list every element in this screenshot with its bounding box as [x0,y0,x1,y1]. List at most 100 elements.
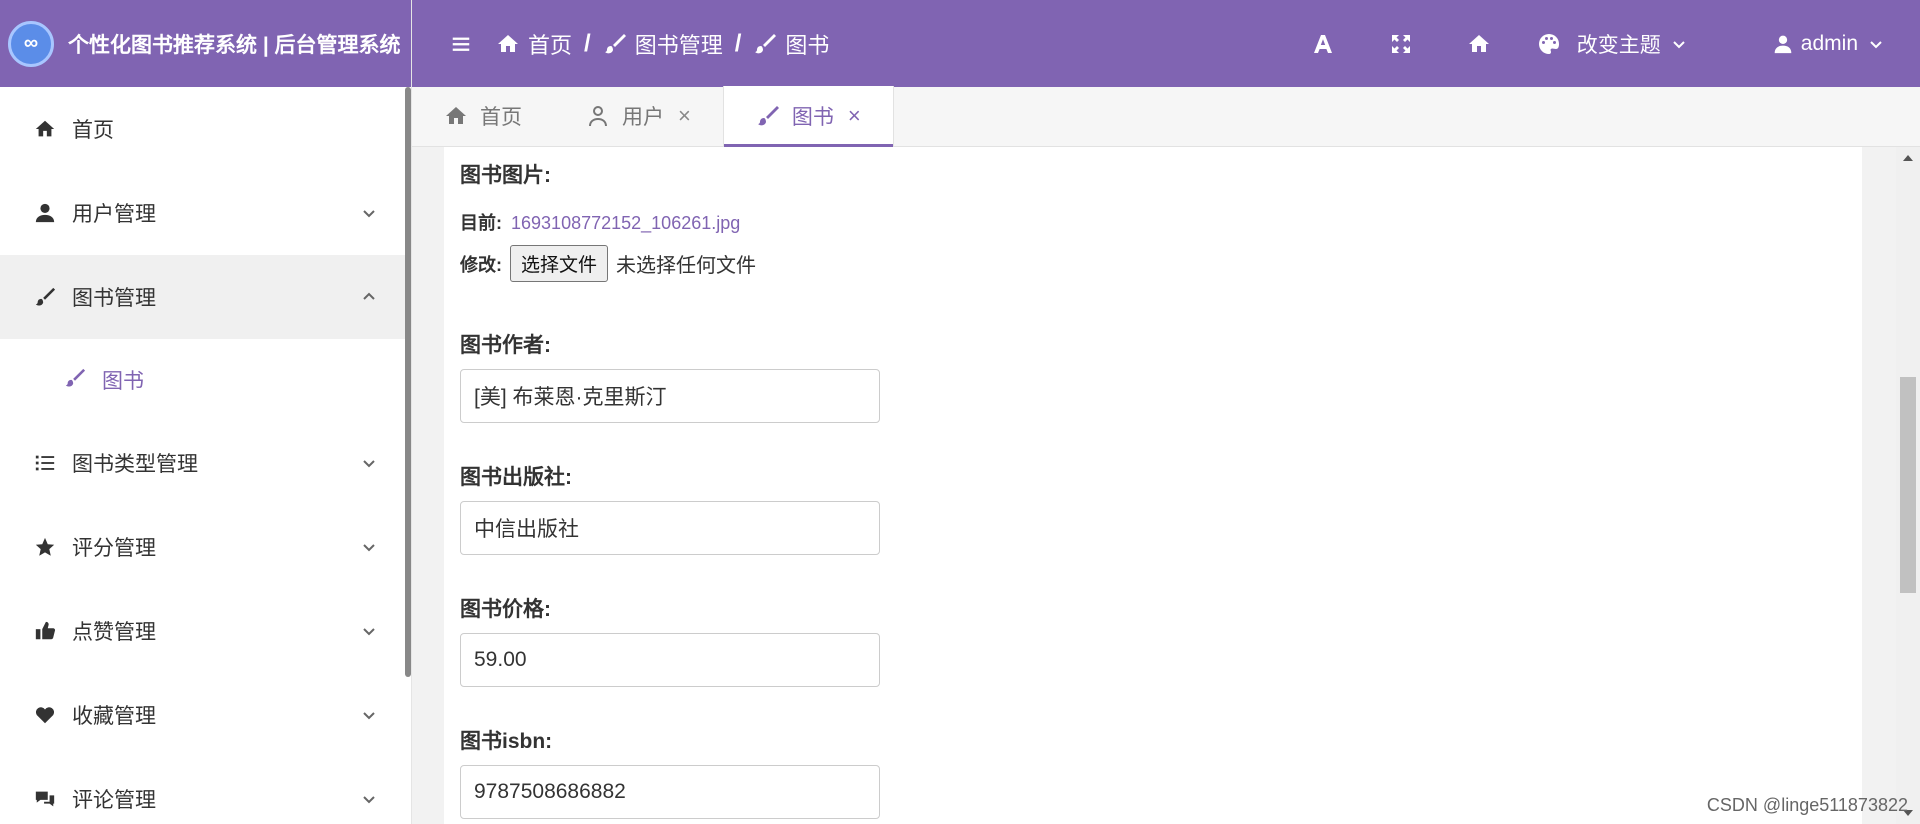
sidebar: ∞ 个性化图书推荐系统 | 后台管理系统 首页 用户管理 图书管理 图书 图书类… [0,0,412,824]
breadcrumb-separator: / [584,29,591,57]
modify-file-row: 修改: 选择文件 未选择任何文件 [460,245,756,282]
sidebar-item-label: 收藏管理 [72,705,156,728]
brush-icon [64,367,86,394]
breadcrumb: 首页 / 图书管理 / 图书 [496,28,829,60]
chevron-up-icon [361,289,377,305]
modify-prefix: 修改: [460,254,502,275]
book-edit-form: 图书图片: 目前: 1693108772152_106261.jpg 修改: 选… [444,147,1862,824]
tab-user[interactable]: 用户 × [554,86,723,146]
chevron-down-icon [361,623,377,639]
current-file-row: 目前: 1693108772152_106261.jpg [460,209,756,235]
field-book-isbn: 图书isbn: [460,725,880,819]
no-file-text: 未选择任何文件 [616,255,757,277]
change-theme-dropdown[interactable]: 改变主题 [1537,29,1687,59]
user-icon [32,200,58,226]
close-icon[interactable]: × [848,103,861,129]
breadcrumb-label: 图书 [785,32,830,58]
field-label: 图书图片: [460,164,551,187]
fullscreen-icon[interactable] [1381,24,1421,64]
sidebar-item-user-management[interactable]: 用户管理 [0,171,411,255]
field-label: 图书isbn: [460,730,553,753]
price-input[interactable] [460,633,880,687]
user-dropdown[interactable]: admin [1773,32,1884,56]
publisher-input[interactable] [460,501,880,555]
field-label: 图书价格: [460,598,551,621]
choose-file-button[interactable]: 选择文件 [510,245,609,282]
page-tabs: 首页 用户 × 图书 × [412,86,1920,147]
field-book-image: 图书图片: 目前: 1693108772152_106261.jpg 修改: 选… [460,159,756,282]
chevron-down-icon [361,539,377,555]
sidebar-item-home[interactable]: 首页 [0,87,411,171]
list-icon [32,450,58,476]
sidebar-scrollbar[interactable] [405,87,411,677]
sidebar-item-book-type-management[interactable]: 图书类型管理 [0,421,411,505]
field-label: 图书作者: [460,334,551,357]
close-icon[interactable]: × [678,103,691,129]
sidebar-item-label: 首页 [72,119,114,142]
sidebar-item-label: 图书管理 [72,287,156,310]
thumbs-up-icon [32,618,58,644]
home-icon [446,107,466,124]
tab-book[interactable]: 图书 × [722,86,894,147]
field-book-price: 图书价格: [460,593,880,687]
user-name: admin [1800,31,1858,55]
isbn-input[interactable] [460,765,880,819]
chevron-down-icon [361,707,377,723]
chevron-down-icon [361,791,377,807]
scroll-up-arrow[interactable] [1903,155,1913,161]
breadcrumb-book[interactable]: 图书 [753,28,829,60]
star-icon [32,534,58,560]
current-prefix: 目前: [460,213,502,233]
brush-icon [755,33,777,53]
sidebar-item-favorite-management[interactable]: 收藏管理 [0,673,411,757]
author-input[interactable] [460,369,880,423]
field-book-publisher: 图书出版社: [460,461,880,555]
sidebar-subitem-book[interactable]: 图书 [0,339,411,421]
watermark: CSDN @linge511873822 [1706,795,1908,815]
tab-label: 首页 [480,106,522,129]
theme-label: 改变主题 [1576,33,1661,57]
sidebar-item-label: 图书类型管理 [72,453,198,476]
breadcrumb-separator: / [734,29,742,57]
heart-icon [32,702,58,728]
home-icon [498,34,518,52]
sidebar-item-label: 评分管理 [72,537,156,560]
brush-icon [757,106,779,126]
sidebar-item-label: 点赞管理 [72,621,156,644]
header: 首页 / 图书管理 / 图书 改变主题 admin [412,0,1920,87]
brush-icon [32,284,58,310]
tab-label: 图书 [791,106,834,129]
sidebar-item-rating-management[interactable]: 评分管理 [0,505,411,589]
scrollbar-thumb[interactable] [1900,377,1916,593]
breadcrumb-home[interactable]: 首页 [496,28,572,60]
sidebar-item-label: 用户管理 [72,203,156,226]
home-icon[interactable] [1459,24,1499,64]
user-outline-icon [589,106,607,126]
chevron-down-icon [1673,40,1685,48]
home-icon [32,116,58,142]
field-label: 图书出版社: [460,466,572,489]
field-book-author: 图书作者: [460,329,880,423]
breadcrumb-label: 首页 [528,32,573,58]
logo-icon: ∞ [8,20,54,67]
app-title: 个性化图书推荐系统 | 后台管理系统 [68,33,401,57]
breadcrumb-book-management[interactable]: 图书管理 [603,28,723,60]
font-size-icon[interactable] [1303,24,1343,64]
sidebar-item-comment-management[interactable]: 评论管理 [0,757,411,824]
user-icon [1774,35,1792,53]
sidebar-item-label: 评论管理 [72,789,156,812]
tab-home[interactable]: 首页 [412,86,554,146]
page-scrollbar[interactable] [1896,147,1920,824]
current-file-link[interactable]: 1693108772152_106261.jpg [511,213,740,233]
menu-toggle-icon[interactable] [446,29,476,59]
chevron-down-icon [1870,40,1882,48]
comments-icon [32,786,58,812]
sidebar-item-book-management[interactable]: 图书管理 [0,255,411,339]
brand-bar: ∞ 个性化图书推荐系统 | 后台管理系统 [0,0,411,87]
header-tools: 改变主题 admin [1303,0,1920,87]
breadcrumb-label: 图书管理 [634,32,723,58]
palette-icon [1538,33,1559,54]
brush-icon [604,33,626,53]
main-content: 图书图片: 目前: 1693108772152_106261.jpg 修改: 选… [412,147,1920,824]
sidebar-item-like-management[interactable]: 点赞管理 [0,589,411,673]
